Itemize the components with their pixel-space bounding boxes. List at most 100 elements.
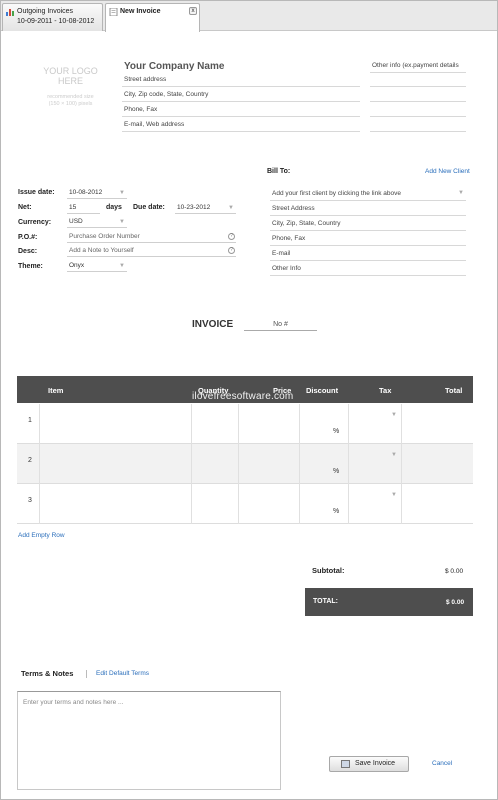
logo-hint-1: recommended size	[47, 94, 94, 100]
tax-cell[interactable]	[348, 484, 401, 524]
po-label: P.O.#:	[18, 234, 38, 241]
chart-icon	[6, 9, 14, 16]
company-street[interactable]: Street address	[122, 72, 360, 87]
total-value: $ 0.00	[446, 599, 465, 606]
col-discount: Discount	[306, 386, 339, 395]
bill-to-label: Bill To:	[267, 168, 291, 175]
price-cell[interactable]	[238, 404, 299, 444]
invoice-title: INVOICE	[192, 319, 234, 330]
tab-new-invoice[interactable]: New Invoice x	[105, 3, 200, 32]
disk-icon	[341, 760, 350, 768]
total-cell	[401, 484, 473, 524]
watermark: ilovefreesoftware.com	[192, 391, 294, 402]
help-icon[interactable]: ?	[228, 233, 235, 240]
tab-outgoing-invoices[interactable]: Outgoing Invoices 10-09-2011 - 10-08-201…	[2, 3, 103, 31]
client-email[interactable]: E-mail	[270, 246, 466, 261]
divider	[86, 670, 87, 678]
item-cell[interactable]	[39, 484, 191, 524]
company-email[interactable]: E-mail, Web address	[122, 117, 360, 132]
discount-cell[interactable]	[299, 484, 348, 524]
logo-placeholder[interactable]: YOUR LOGO HERE recommended size (150 × 1…	[33, 66, 108, 108]
company-name[interactable]: Your Company Name	[124, 61, 224, 72]
due-date-field[interactable]: 10-23-2012 ▼	[175, 202, 236, 214]
company-city[interactable]: City, Zip code, State, Country	[122, 87, 360, 102]
discount-cell[interactable]	[299, 404, 348, 444]
add-new-client-link[interactable]: Add New Client	[425, 168, 470, 175]
quantity-cell[interactable]	[191, 484, 238, 524]
chevron-down-icon: ▼	[119, 263, 125, 269]
invoice-number-field[interactable]: No #	[244, 318, 317, 331]
client-select-placeholder: Add your first client by clicking the li…	[272, 190, 401, 197]
save-invoice-button[interactable]: Save Invoice	[329, 756, 409, 772]
item-cell[interactable]	[39, 404, 191, 444]
net-unit-label: days	[106, 204, 122, 211]
tab-bar: Outgoing Invoices 10-09-2011 - 10-08-201…	[1, 1, 497, 32]
col-total: Total	[445, 386, 463, 395]
row-number: 2	[28, 457, 32, 464]
logo-text-2: HERE	[57, 76, 83, 86]
client-other-info[interactable]: Other Info	[270, 261, 466, 276]
edit-default-terms-link[interactable]: Edit Default Terms	[96, 670, 149, 677]
add-empty-row-link[interactable]: Add Empty Row	[18, 532, 65, 539]
col-item: Item	[48, 386, 64, 395]
chevron-down-icon[interactable]: ▼	[391, 492, 397, 498]
chevron-down-icon: ▼	[119, 219, 125, 225]
company-other-line-2[interactable]	[370, 72, 466, 87]
chevron-down-icon[interactable]: ▼	[391, 452, 397, 458]
logo-text-1: YOUR LOGO	[43, 66, 98, 76]
terms-textarea[interactable]: Enter your terms and notes here ...	[17, 691, 281, 790]
help-icon[interactable]: ?	[228, 247, 235, 254]
company-other-line-5[interactable]	[370, 117, 466, 132]
chevron-down-icon[interactable]: ▼	[228, 202, 234, 213]
po-field[interactable]: Purchase Order Number ?	[67, 231, 236, 243]
due-date-value: 10-23-2012	[177, 204, 211, 211]
company-other-line-3[interactable]	[370, 87, 466, 102]
col-tax: Tax	[379, 386, 392, 395]
close-icon[interactable]: x	[189, 7, 197, 15]
theme-select[interactable]: Onyx ▼	[67, 260, 127, 272]
company-other-info[interactable]: Other info (ex.payment details	[370, 58, 466, 73]
issue-date-label: Issue date:	[18, 189, 55, 196]
subtotal-value: $ 0.00	[445, 568, 464, 575]
discount-cell[interactable]	[299, 444, 348, 484]
subtotal-label: Subtotal:	[312, 566, 345, 575]
net-label: Net:	[18, 204, 32, 211]
item-cell[interactable]	[39, 444, 191, 484]
chevron-down-icon[interactable]: ▼	[119, 187, 125, 198]
discount-percent: %	[333, 468, 340, 475]
tax-cell[interactable]	[348, 404, 401, 444]
company-phone[interactable]: Phone, Fax	[122, 102, 360, 117]
desc-label: Desc:	[18, 248, 38, 255]
chevron-down-icon[interactable]: ▼	[391, 412, 397, 418]
company-other-line-4[interactable]	[370, 102, 466, 117]
issue-date-value: 10-08-2012	[69, 189, 103, 196]
client-phone[interactable]: Phone, Fax	[270, 231, 466, 246]
total-label: TOTAL:	[313, 598, 339, 605]
due-date-label: Due date:	[133, 204, 165, 211]
table-row: 1 % ▼	[17, 404, 473, 444]
table-row: 2 % ▼	[17, 444, 473, 484]
cancel-link[interactable]: Cancel	[432, 760, 452, 767]
client-select[interactable]: Add your first client by clicking the li…	[270, 186, 466, 201]
net-field[interactable]: 15	[67, 202, 100, 214]
price-cell[interactable]	[238, 444, 299, 484]
terms-notes-label: Terms & Notes	[21, 669, 74, 678]
chevron-down-icon: ▼	[458, 190, 464, 196]
currency-select[interactable]: USD ▼	[67, 216, 127, 228]
client-street[interactable]: Street Address	[270, 201, 466, 216]
tab-title: New Invoice	[120, 8, 161, 15]
issue-date-field[interactable]: 10-08-2012 ▼	[67, 187, 127, 199]
table-row: 3 % ▼	[17, 484, 473, 524]
theme-label: Theme:	[18, 263, 43, 270]
desc-placeholder: Add a Note to Yourself	[69, 247, 134, 254]
client-city[interactable]: City, Zip, State, Country	[270, 216, 466, 231]
row-number: 3	[28, 497, 32, 504]
quantity-cell[interactable]	[191, 404, 238, 444]
discount-percent: %	[333, 508, 340, 515]
total-cell	[401, 404, 473, 444]
desc-field[interactable]: Add a Note to Yourself ?	[67, 245, 236, 257]
total-cell	[401, 444, 473, 484]
quantity-cell[interactable]	[191, 444, 238, 484]
tax-cell[interactable]	[348, 444, 401, 484]
price-cell[interactable]	[238, 484, 299, 524]
